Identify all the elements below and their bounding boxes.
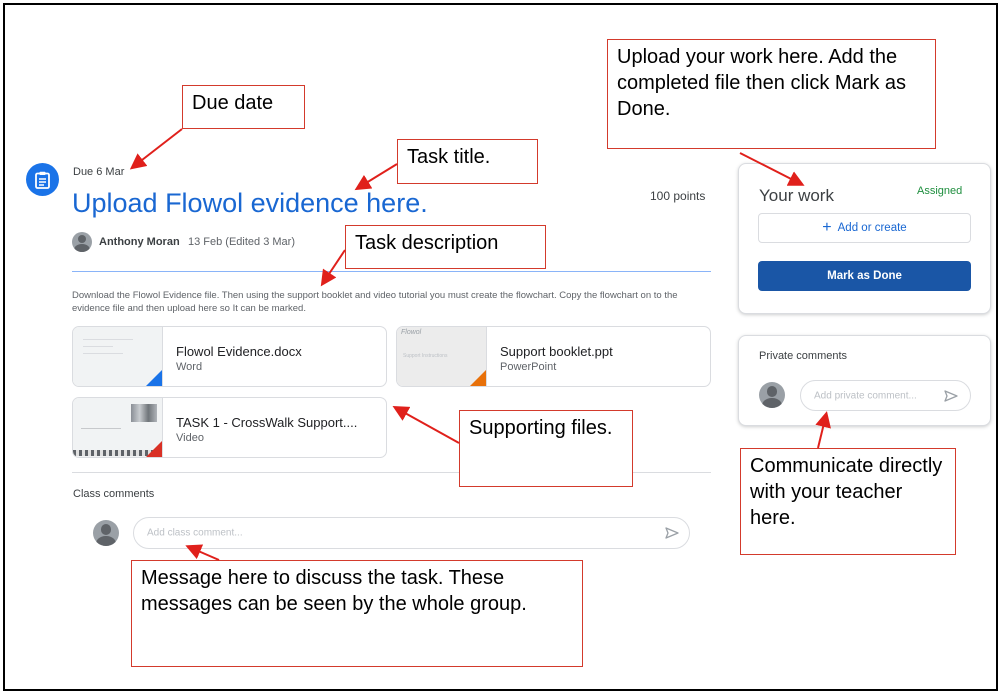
attachment-card[interactable]: Flowol Support Instructions Support book… bbox=[396, 326, 711, 387]
post-date: 13 Feb (Edited 3 Mar) bbox=[188, 236, 295, 248]
add-or-create-label: Add or create bbox=[837, 222, 907, 234]
powerpoint-file-icon bbox=[470, 370, 486, 386]
class-comment-input[interactable]: Add class comment... bbox=[133, 517, 690, 549]
send-icon[interactable] bbox=[665, 527, 679, 539]
class-comments-label: Class comments bbox=[73, 488, 155, 500]
user-avatar bbox=[759, 382, 785, 408]
assignment-description: Download the Flowol Evidence file. Then … bbox=[72, 290, 678, 314]
assignment-title: Upload Flowol evidence here. bbox=[72, 188, 428, 218]
callout-due-date: Due date bbox=[182, 85, 305, 129]
thumbnail-line bbox=[81, 428, 121, 429]
callout-task-description: Task description bbox=[345, 225, 546, 269]
attachment-name: TASK 1 - CrossWalk Support.... bbox=[176, 415, 358, 430]
send-icon[interactable] bbox=[944, 389, 958, 402]
due-date: Due 6 Mar bbox=[73, 166, 125, 178]
author-avatar bbox=[72, 232, 92, 252]
attachment-card[interactable]: Flowol Evidence.docx Word bbox=[72, 326, 387, 387]
mark-as-done-button[interactable]: Mark as Done bbox=[758, 261, 971, 291]
callout-supporting-files: Supporting files. bbox=[459, 410, 633, 487]
private-comment-placeholder: Add private comment... bbox=[814, 390, 917, 401]
points: 100 points bbox=[650, 189, 706, 203]
plus-icon: + bbox=[822, 219, 832, 236]
class-comment-placeholder: Add class comment... bbox=[147, 527, 243, 539]
thumbnail-title: Flowol bbox=[401, 329, 422, 336]
work-status: Assigned bbox=[917, 185, 963, 197]
attachment-thumbnail bbox=[73, 327, 163, 386]
attachment-type: Word bbox=[176, 361, 203, 373]
callout-class-message: Message here to discuss the task. These … bbox=[131, 560, 583, 667]
author-name: Anthony Moran bbox=[99, 236, 180, 248]
callout-communicate: Communicate directly with your teacher h… bbox=[740, 448, 956, 555]
word-file-icon bbox=[146, 370, 162, 386]
assignment-icon bbox=[26, 163, 59, 196]
callout-upload-work: Upload your work here. Add the completed… bbox=[607, 39, 936, 149]
attachment-name: Support booklet.ppt bbox=[500, 344, 613, 359]
add-or-create-button[interactable]: + Add or create bbox=[758, 213, 971, 243]
thumbnail-text: Support Instructions bbox=[403, 353, 448, 359]
video-file-icon bbox=[146, 441, 162, 457]
private-comments-label: Private comments bbox=[759, 350, 848, 362]
video-frame-image bbox=[131, 404, 157, 422]
private-comment-input[interactable]: Add private comment... bbox=[800, 380, 971, 411]
user-avatar bbox=[93, 520, 119, 546]
attachment-thumbnail bbox=[73, 398, 163, 457]
header-divider bbox=[72, 271, 711, 272]
attachment-thumbnail: Flowol Support Instructions bbox=[397, 327, 487, 386]
attachment-name: Flowol Evidence.docx bbox=[176, 344, 302, 359]
your-work-title: Your work bbox=[759, 186, 834, 205]
attachment-card[interactable]: TASK 1 - CrossWalk Support.... Video bbox=[72, 397, 387, 458]
attachment-type: PowerPoint bbox=[500, 361, 557, 373]
callout-task-title: Task title. bbox=[397, 139, 538, 184]
attachment-type: Video bbox=[176, 432, 204, 444]
